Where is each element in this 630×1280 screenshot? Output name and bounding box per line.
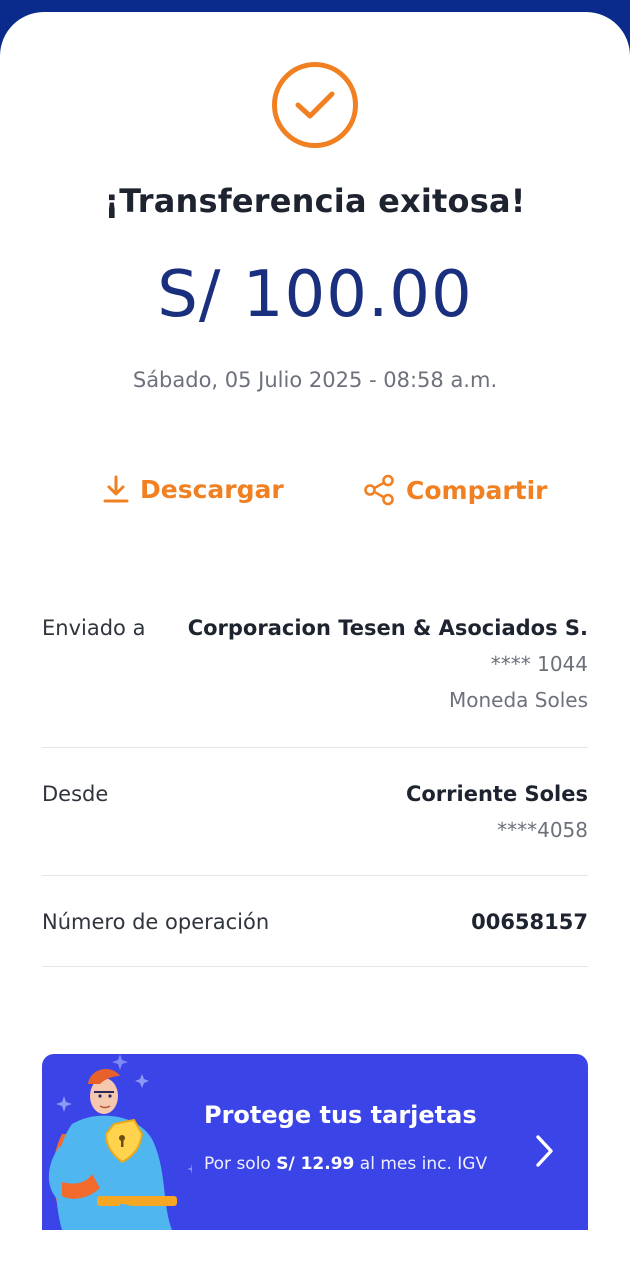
detail-row-operation: Número de operación 00658157 xyxy=(42,910,588,940)
operation-values: 00658157 xyxy=(471,910,588,934)
source-account-name: Corriente Soles xyxy=(405,782,588,806)
divider xyxy=(42,966,588,967)
divider xyxy=(42,747,588,748)
share-button[interactable]: Compartir xyxy=(362,474,548,506)
superhero-illustration xyxy=(48,1054,192,1230)
promo-description: Por solo S/ 12.99 al mes inc. IGV xyxy=(204,1152,504,1176)
promo-banner[interactable]: Protege tus tarjetas Por solo S/ 12.99 a… xyxy=(42,1054,588,1230)
divider xyxy=(42,875,588,876)
download-button[interactable]: Descargar xyxy=(102,474,284,504)
share-label: Compartir xyxy=(406,475,548,505)
promo-price: S/ 12.99 xyxy=(276,1154,355,1174)
status-title: ¡Transferencia exitosa! xyxy=(104,182,526,220)
download-label: Descargar xyxy=(140,474,284,504)
share-icon xyxy=(364,474,394,506)
from-values: Corriente Soles ****4058 xyxy=(406,782,588,842)
operation-number: 00658157 xyxy=(471,910,588,934)
recipient-account: **** 1044 xyxy=(490,652,588,676)
transfer-datetime: Sábado, 05 Julio 2025 - 08:58 a.m. xyxy=(132,368,498,392)
download-icon xyxy=(103,475,129,503)
promo-title: Protege tus tarjetas xyxy=(204,1101,477,1129)
source-account-number: ****4058 xyxy=(497,818,588,842)
operation-label: Número de operación xyxy=(42,910,270,934)
detail-row-sent-to: Enviado a Corporacion Tesen & Asociados … xyxy=(42,616,588,726)
promo-desc-suffix: al mes inc. IGV xyxy=(354,1154,488,1174)
sent-to-label: Enviado a xyxy=(42,616,146,640)
sent-to-values: Corporacion Tesen & Asociados S. **** 10… xyxy=(188,616,588,712)
promo-desc-prefix: Por solo xyxy=(204,1154,277,1174)
recipient-currency: Moneda Soles xyxy=(449,688,588,712)
transfer-amount: S/ 100.00 xyxy=(157,258,473,332)
chevron-right-icon[interactable] xyxy=(532,1132,556,1170)
receipt-sheet: ¡Transferencia exitosa! S/ 100.00 Sábado… xyxy=(0,12,630,1280)
receipt-actions: Descargar Compartir xyxy=(0,474,630,514)
recipient-name: Corporacion Tesen & Asociados S. xyxy=(187,616,588,640)
from-label: Desde xyxy=(42,782,109,806)
check-circle-icon xyxy=(272,62,358,148)
detail-row-from: Desde Corriente Soles ****4058 xyxy=(42,782,588,852)
